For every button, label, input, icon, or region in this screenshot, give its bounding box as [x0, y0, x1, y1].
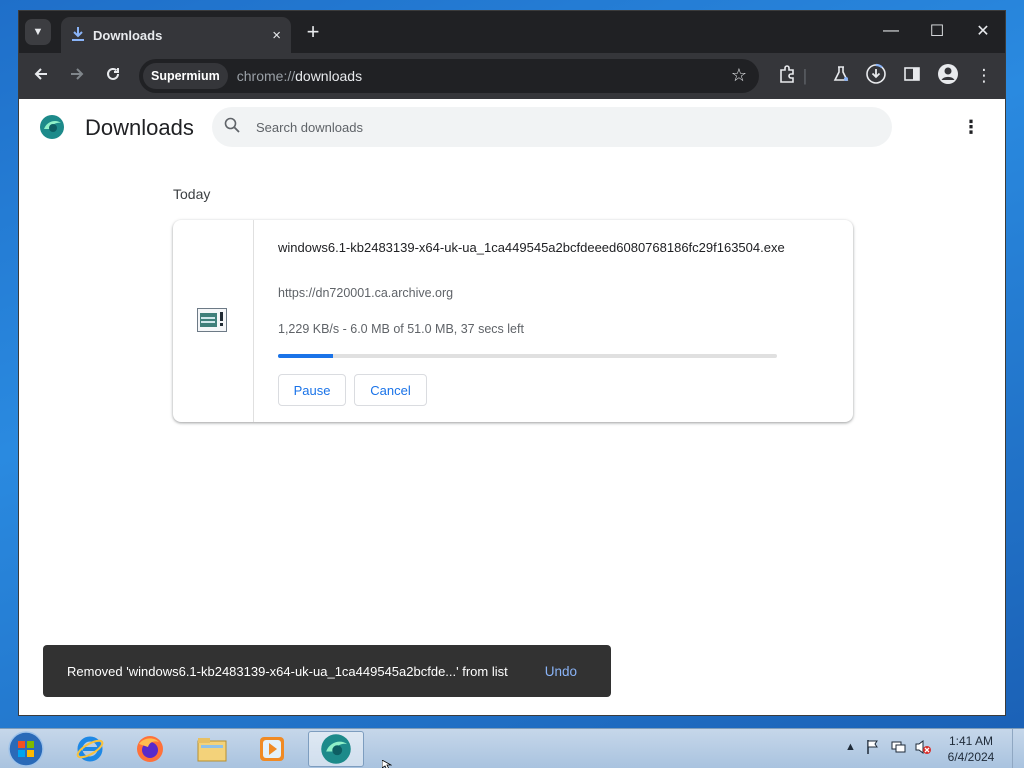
taskbar-file-explorer[interactable] [184, 731, 240, 767]
download-progress-icon [865, 63, 887, 90]
toast-message: Removed 'windows6.1-kb2483139-x64-uk-ua_… [67, 663, 508, 679]
labs-button[interactable] [829, 64, 853, 88]
network-icon[interactable] [890, 739, 906, 758]
taskbar: ▲ 1:41 AM 6/4/2024 [0, 728, 1024, 768]
puzzle-icon [778, 64, 796, 88]
profile-button[interactable] [936, 63, 960, 90]
chevron-down-icon: ▼ [32, 26, 44, 38]
taskbar-media-player[interactable] [244, 731, 300, 767]
download-progress-bar [278, 354, 777, 358]
browser-window: ▼ Downloads × + — ☐ ✕ Supermium chrome:/… [18, 10, 1006, 716]
download-item-card: windows6.1-kb2483139-x64-uk-ua_1ca449545… [173, 220, 853, 422]
taskbar-supermium[interactable] [308, 731, 364, 767]
new-tab-button[interactable]: + [301, 19, 325, 44]
tab-search-button[interactable]: ▼ [25, 19, 51, 45]
downloads-button[interactable] [864, 63, 888, 90]
close-icon: ✕ [976, 23, 990, 40]
download-source-url[interactable]: https://dn720001.ca.archive.org [278, 286, 453, 300]
address-bar[interactable]: Supermium chrome://downloads ☆ [139, 59, 759, 93]
tab-downloads[interactable]: Downloads × [61, 17, 291, 53]
search-icon [224, 117, 242, 138]
url-scheme: chrome:// [236, 68, 296, 84]
download-filename[interactable]: windows6.1-kb2483139-x64-uk-ua_1ca449545… [278, 238, 788, 258]
clock-date: 6/4/2024 [947, 750, 995, 764]
tray-overflow-icon[interactable]: ▲ [845, 741, 856, 753]
extensions-button[interactable] [775, 64, 799, 88]
close-button[interactable]: ✕ [960, 11, 1005, 51]
flask-icon [832, 65, 850, 88]
taskbar-firefox[interactable] [122, 731, 178, 767]
download-status: 1,229 KB/s - 6.0 MB of 51.0 MB, 37 secs … [278, 322, 524, 336]
search-box[interactable] [212, 107, 892, 147]
reload-button[interactable] [101, 64, 125, 88]
clock-time: 1:41 AM [948, 734, 994, 748]
download-progress-fill [278, 354, 333, 358]
system-clock[interactable]: 1:41 AM 6/4/2024 [938, 733, 1004, 765]
more-vert-icon: ⋮ [975, 66, 993, 85]
bookmark-star-icon[interactable]: ☆ [731, 65, 747, 86]
page-menu-button[interactable]: ⋮ [962, 115, 980, 139]
side-panel-button[interactable] [900, 64, 924, 88]
folder-icon [197, 738, 227, 762]
profile-chip[interactable]: Supermium [143, 63, 228, 89]
media-player-icon [260, 737, 284, 761]
volume-muted-icon[interactable] [914, 739, 932, 758]
start-button[interactable] [6, 730, 46, 768]
download-icon [71, 26, 85, 44]
forward-button[interactable] [65, 64, 89, 88]
internet-explorer-icon [76, 736, 104, 762]
show-desktop-button[interactable] [1012, 729, 1024, 768]
minimize-icon: — [883, 22, 899, 39]
date-section-label: Today [173, 186, 211, 202]
arrow-right-icon [69, 66, 85, 87]
title-bar: ▼ Downloads × + — ☐ ✕ [19, 11, 1005, 53]
more-vert-icon: ⋮ [962, 116, 980, 137]
browser-toolbar: Supermium chrome://downloads ☆ | ⋮ [19, 53, 1005, 99]
downloads-page: Downloads ⋮ Today windows6.1-kb2483139-x… [19, 99, 1005, 715]
minimize-button[interactable]: — [868, 11, 914, 51]
firefox-icon [137, 736, 163, 762]
tab-title: Downloads [93, 27, 163, 43]
maximize-icon: ☐ [929, 23, 945, 40]
removed-toast: Removed 'windows6.1-kb2483139-x64-uk-ua_… [43, 645, 611, 697]
page-title: Downloads [85, 115, 194, 140]
undo-button[interactable]: Undo [545, 664, 577, 679]
card-divider [253, 220, 254, 422]
search-input[interactable] [256, 119, 856, 135]
taskbar-internet-explorer[interactable] [62, 731, 118, 767]
cancel-button[interactable]: Cancel [354, 374, 427, 406]
supermium-logo-icon [40, 115, 64, 139]
browser-menu-button[interactable]: ⋮ [972, 64, 996, 88]
maximize-button[interactable]: ☐ [914, 11, 960, 51]
pause-button[interactable]: Pause [278, 374, 346, 406]
tab-close-icon[interactable]: × [272, 27, 281, 44]
supermium-icon [321, 734, 351, 764]
mouse-cursor-icon [382, 760, 392, 768]
toolbar-separator: | [802, 66, 808, 85]
flag-icon[interactable] [866, 739, 880, 758]
file-icon [197, 308, 227, 332]
url-host: downloads [295, 68, 363, 84]
back-button[interactable] [29, 64, 53, 88]
avatar-icon [937, 63, 959, 90]
arrow-left-icon [33, 66, 49, 87]
reload-icon [105, 66, 121, 87]
side-panel-icon [904, 66, 920, 87]
url-text[interactable]: chrome://downloads [237, 68, 362, 84]
